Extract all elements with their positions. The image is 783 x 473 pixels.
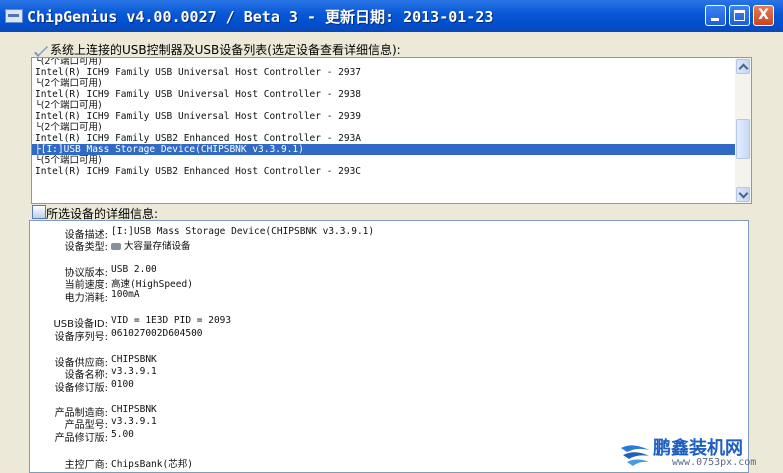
- detail-value: 100mA: [111, 289, 140, 300]
- app-icon[interactable]: [5, 9, 23, 23]
- scroll-up-button[interactable]: [736, 59, 750, 74]
- detail-value: [I:]USB Mass Storage Device(CHIPSBNK v3.…: [111, 226, 375, 237]
- watermark: 鹏鑫装机网 www.0753px.com: [617, 432, 783, 473]
- chevron-down-icon: [34, 43, 48, 57]
- device-list-scrollbar[interactable]: [735, 58, 751, 203]
- detail-value-text: 大容量存储设备: [124, 241, 191, 252]
- detail-key: 电力消耗:: [64, 293, 108, 304]
- detail-row: 设备类型: 大容量存储设备: [30, 238, 590, 253]
- detail-value: USB 2.00: [111, 264, 157, 275]
- detail-value: CHIPSBNK: [111, 354, 157, 365]
- detail-row: 当前速度: 高速(HighSpeed): [30, 276, 590, 291]
- detail-value: CHIPSBNK: [111, 404, 157, 415]
- details-icon: [32, 205, 46, 219]
- detail-value: VID = 1E3D PID = 2093: [111, 315, 232, 326]
- window-title: ChipGenius v4.00.0027 / Beta 3 - 更新日期: 2…: [27, 8, 494, 26]
- title-bar[interactable]: ChipGenius v4.00.0027 / Beta 3 - 更新日期: 2…: [0, 0, 783, 32]
- minimize-button[interactable]: [705, 5, 726, 26]
- detail-key: 设备类型:: [64, 242, 108, 253]
- detail-row: 电力消耗: 100mA: [30, 289, 590, 304]
- device-list-item[interactable]: Intel(R) ICH9 Family USB2 Enhanced Host …: [35, 133, 737, 144]
- detail-value: 大容量存储设备: [111, 238, 191, 252]
- detail-value: 0100: [111, 379, 134, 390]
- maximize-button[interactable]: [729, 5, 750, 26]
- detail-row: 主控厂商: ChipsBank(芯邦): [30, 456, 590, 471]
- watermark-url: www.0753px.com: [672, 457, 757, 468]
- device-list-item[interactable]: └(2个端口可用): [35, 100, 737, 111]
- detail-row: 设备序列号: 061027002D604500: [30, 328, 590, 343]
- detail-value: 高速(HighSpeed): [111, 279, 193, 290]
- detail-row: 设备修订版: 0100: [30, 379, 590, 394]
- device-list-item[interactable]: └(2个端口可用): [35, 78, 737, 89]
- drive-icon: [111, 243, 121, 250]
- detail-row: 产品型号: v3.3.9.1: [30, 416, 590, 431]
- device-list-item[interactable]: └(2个端口可用): [35, 122, 737, 133]
- device-list-item[interactable]: ├[I:]USB Mass Storage Device(CHIPSBNK v3…: [32, 144, 737, 155]
- device-list-items: └(2个端口可用) Intel(R) ICH9 Family USB Univer…: [32, 58, 737, 177]
- scroll-thumb[interactable]: [736, 119, 750, 159]
- close-icon: X: [758, 7, 769, 23]
- device-list-item[interactable]: Intel(R) ICH9 Family USB2 Enhanced Host …: [35, 166, 737, 177]
- detail-key: 主控厂商:: [64, 460, 108, 471]
- close-button[interactable]: X: [753, 5, 774, 26]
- detail-value: v3.3.9.1: [111, 416, 157, 427]
- device-list-item[interactable]: └(2个端口可用): [35, 58, 737, 67]
- minimize-icon: [711, 18, 719, 21]
- device-list-item[interactable]: └(5个端口可用): [35, 155, 737, 166]
- scroll-down-button[interactable]: [736, 187, 750, 202]
- detail-value: ChipsBank(芯邦): [111, 459, 193, 470]
- detail-key: 设备修订版:: [54, 383, 108, 394]
- detail-value: 5.00: [111, 429, 134, 440]
- detail-row: USB设备ID: VID = 1E3D PID = 2093: [30, 315, 590, 330]
- detail-key: 设备序列号:: [54, 332, 108, 343]
- detail-row: 设备名称: v3.3.9.1: [30, 366, 590, 381]
- watermark-logo-icon: [621, 445, 649, 466]
- device-list-item[interactable]: Intel(R) ICH9 Family USB Universal Host …: [35, 89, 737, 100]
- device-list[interactable]: └(2个端口可用) Intel(R) ICH9 Family USB Univer…: [31, 57, 752, 204]
- device-list-label: 系统上连接的USB控制器及USB设备列表(选定设备查看详细信息):: [50, 43, 401, 57]
- detail-row: 产品修订版: 5.00: [30, 429, 590, 444]
- device-list-item[interactable]: Intel(R) ICH9 Family USB Universal Host …: [35, 67, 737, 78]
- detail-value: v3.3.9.1: [111, 366, 157, 377]
- detail-value: 061027002D604500: [111, 328, 203, 339]
- maximize-icon: [734, 10, 745, 21]
- device-list-item[interactable]: Intel(R) ICH9 Family USB Universal Host …: [35, 111, 737, 122]
- detail-key: 产品修订版:: [54, 433, 108, 444]
